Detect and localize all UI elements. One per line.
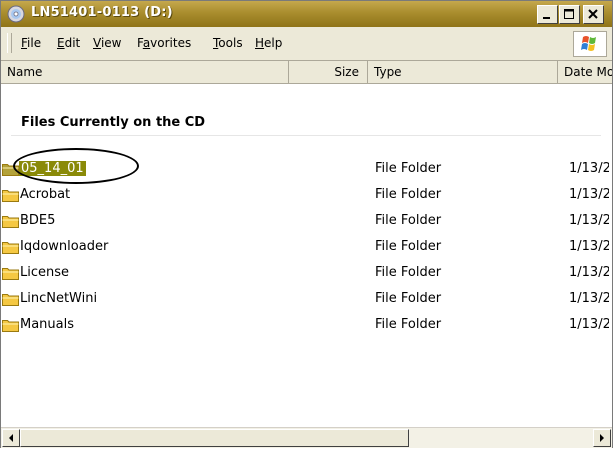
scroll-left-button[interactable] [2, 429, 20, 447]
menu-file[interactable]: File [21, 36, 41, 50]
file-row[interactable]: BDE5 File Folder 1/13/20 [1, 210, 612, 234]
folder-icon [2, 268, 19, 280]
menu-edit-rest: dit [64, 36, 81, 50]
menu-help-mnemonic: H [255, 36, 265, 50]
menu-view[interactable]: View [93, 36, 121, 50]
menu-bar: File Edit View Favorites Tools Help [1, 27, 612, 61]
menu-help[interactable]: Help [255, 36, 282, 50]
file-row[interactable]: Acrobat File Folder 1/13/20 [1, 184, 612, 208]
file-row[interactable]: Manuals File Folder 1/13/20 [1, 314, 612, 338]
windows-flag-icon [581, 36, 596, 51]
menu-tools[interactable]: Tools [213, 36, 243, 50]
arrow-left-icon [9, 434, 13, 442]
title-bar[interactable]: LN51401-0113 (D:) [1, 1, 612, 27]
file-row[interactable]: LincNetWini File Folder 1/13/20 [1, 288, 612, 312]
menu-favorites[interactable]: Favorites [137, 36, 191, 50]
horizontal-scrollbar[interactable] [1, 427, 612, 448]
column-date-modified[interactable]: Date Mo [558, 61, 612, 83]
menu-grip[interactable] [7, 33, 12, 53]
close-button[interactable] [583, 5, 604, 24]
file-type: File Folder [375, 265, 442, 280]
menu-view-mnemonic: V [93, 36, 101, 50]
folder-icon [2, 320, 19, 332]
menu-favorites-rest: vorites [150, 36, 192, 50]
file-row[interactable]: License File Folder 1/13/20 [1, 262, 612, 286]
group-title: Files Currently on the CD [21, 115, 206, 130]
file-date-modified: 1/13/20 [569, 291, 609, 306]
column-type[interactable]: Type [368, 61, 558, 83]
minimize-button[interactable] [537, 5, 558, 24]
folder-icon [2, 190, 19, 202]
annotation-ellipse [13, 148, 139, 184]
file-type: File Folder [375, 213, 442, 228]
file-date-modified: 1/13/20 [569, 317, 609, 332]
folder-icon [2, 216, 19, 228]
file-list[interactable]: Name Size Type Date Mo Files Currently o… [1, 61, 612, 427]
scroll-thumb[interactable] [20, 429, 409, 447]
file-name[interactable]: Iqdownloader [20, 239, 108, 254]
file-type: File Folder [375, 161, 442, 176]
file-date-modified: 1/13/20 [569, 213, 609, 228]
file-date-modified: 1/13/20 [569, 239, 609, 254]
window-title: LN51401-0113 (D:) [31, 5, 173, 20]
arrow-right-icon [600, 434, 604, 442]
file-date-modified: 1/13/20 [569, 265, 609, 280]
menu-edit-mnemonic: E [57, 36, 65, 50]
file-type: File Folder [375, 291, 442, 306]
close-icon [588, 9, 598, 19]
group-divider [11, 135, 601, 136]
file-name[interactable]: Acrobat [20, 187, 70, 202]
file-name[interactable]: Manuals [20, 317, 74, 332]
file-row[interactable]: Iqdownloader File Folder 1/13/20 [1, 236, 612, 260]
minimize-icon [543, 17, 550, 19]
folder-icon [2, 294, 19, 306]
column-name[interactable]: Name [1, 61, 289, 83]
menu-help-rest: elp [264, 36, 283, 50]
file-name[interactable]: License [20, 265, 69, 280]
menu-view-rest: iew [100, 36, 122, 50]
file-type: File Folder [375, 317, 442, 332]
file-name[interactable]: BDE5 [20, 213, 55, 228]
file-date-modified: 1/13/20 [569, 161, 609, 176]
maximize-button[interactable] [559, 5, 580, 24]
column-header-row: Name Size Type Date Mo [1, 61, 612, 84]
explorer-window: LN51401-0113 (D:) File Edit View Favorit… [0, 0, 613, 448]
file-type: File Folder [375, 239, 442, 254]
file-date-modified: 1/13/20 [569, 187, 609, 202]
windows-logo [573, 31, 607, 57]
folder-icon [2, 242, 19, 254]
file-name[interactable]: LincNetWini [20, 291, 97, 306]
scroll-right-button[interactable] [593, 429, 611, 447]
maximize-icon [564, 9, 574, 19]
menu-file-rest: ile [27, 36, 42, 50]
cd-drive-icon [7, 5, 25, 23]
file-type: File Folder [375, 187, 442, 202]
column-size[interactable]: Size [289, 61, 368, 83]
menu-tools-rest: ools [218, 36, 243, 50]
menu-edit[interactable]: Edit [57, 36, 80, 50]
